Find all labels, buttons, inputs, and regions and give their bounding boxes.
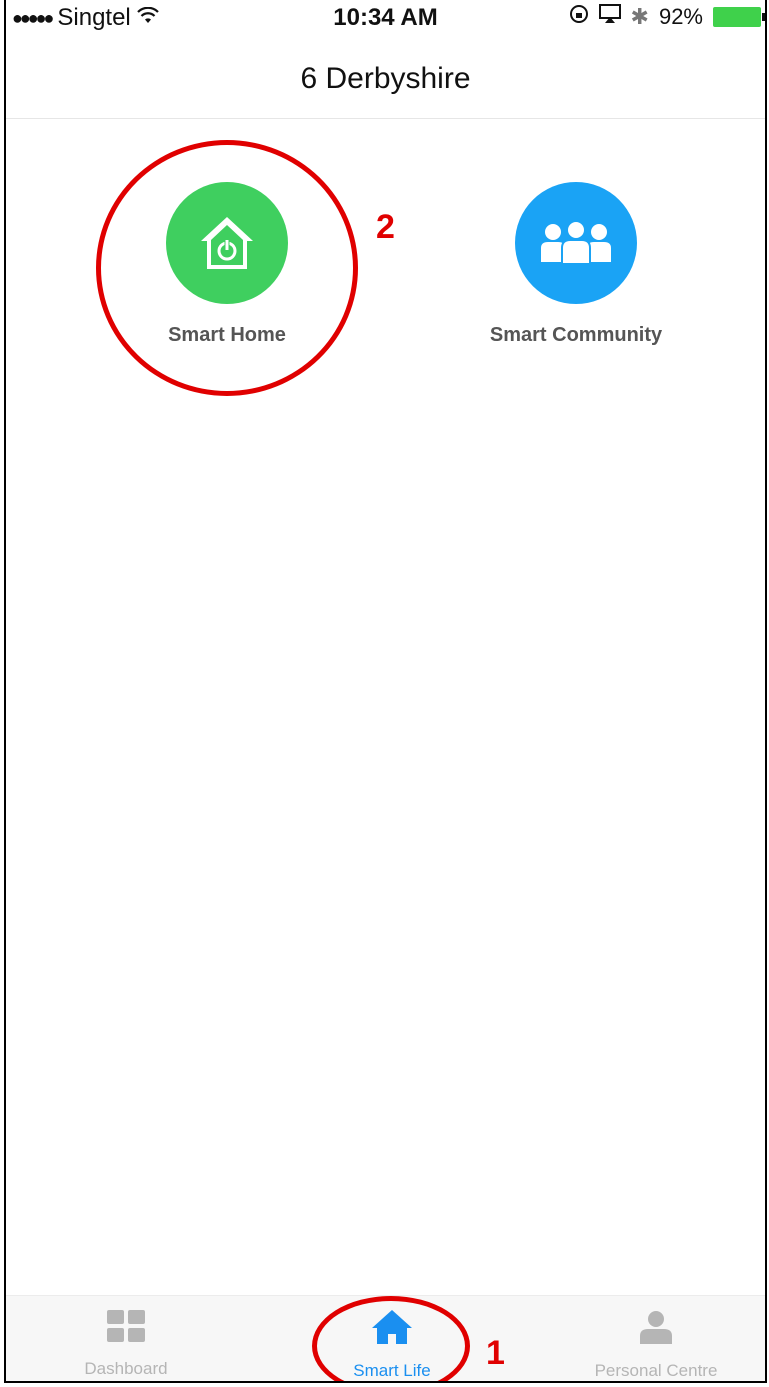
smart-community-label: Smart Community — [489, 324, 663, 346]
header-divider — [6, 118, 765, 119]
tab-personal-centre[interactable]: Personal Centre — [566, 1296, 746, 1381]
airplay-icon — [598, 4, 621, 30]
annotation-circle-smart-home — [96, 140, 358, 396]
rotation-lock-icon — [569, 4, 589, 30]
battery-percentage: 92% — [658, 4, 703, 29]
annotation-step-2: 2 — [376, 208, 395, 246]
page-title: 6 Derbyshire — [300, 62, 471, 95]
smart-community-tile[interactable]: Smart Community — [446, 182, 706, 347]
tab-dashboard-label: Dashboard — [84, 1359, 168, 1378]
status-right: ✱ 92% — [569, 4, 765, 30]
tab-dashboard[interactable]: Dashboard — [46, 1296, 206, 1381]
battery-icon — [713, 7, 765, 27]
tab-personal-centre-label: Personal Centre — [594, 1361, 718, 1380]
people-group-icon — [515, 182, 637, 304]
grid-icon — [107, 1310, 145, 1347]
person-icon — [638, 1310, 674, 1349]
bluetooth-icon: ✱ — [630, 4, 649, 29]
status-bar: ●●●●● Singtel 10:34 AM ✱ 92% — [6, 0, 765, 34]
app-screen: ●●●●● Singtel 10:34 AM ✱ 92% 6 Derbyshir… — [4, 0, 767, 1383]
annotation-step-1: 1 — [486, 1334, 505, 1372]
